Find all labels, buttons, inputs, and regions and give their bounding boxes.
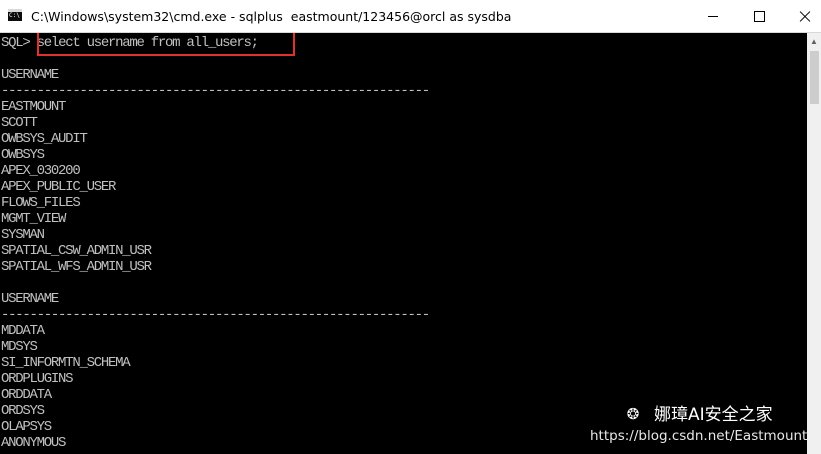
column-separator: ----------------------------------------… xyxy=(1,83,430,99)
wechat-icon: ❂ xyxy=(626,405,640,423)
username-row: SPATIAL_WFS_ADMIN_USR xyxy=(1,259,152,275)
username-row: MDDATA xyxy=(1,323,45,339)
console-output[interactable]: SQL> select username from all_users; USE… xyxy=(0,33,807,454)
username-row: SCOTT xyxy=(1,115,38,131)
watermark-url: https://blog.csdn.net/Eastmount xyxy=(590,428,808,444)
title-bar[interactable]: C:\ C:\Windows\system32\cmd.exe - sqlplu… xyxy=(0,0,821,33)
username-row: MGMT_VIEW xyxy=(1,211,66,227)
cmd-window: C:\ C:\Windows\system32\cmd.exe - sqlplu… xyxy=(0,0,821,454)
command-highlight-box xyxy=(37,33,295,56)
username-row: EASTMOUNT xyxy=(1,99,66,115)
username-row: APEX_030200 xyxy=(1,163,81,179)
watermark-title: 娜璋AI安全之家 xyxy=(654,405,773,425)
username-row: ORDSYS xyxy=(1,403,45,419)
column-header: USERNAME xyxy=(1,291,59,307)
column-header: USERNAME xyxy=(1,67,59,83)
username-row: ANONYMOUS xyxy=(1,435,66,451)
username-row: ORDDATA xyxy=(1,387,52,403)
cmd-icon[interactable]: C:\ xyxy=(8,9,22,21)
username-row: MDSYS xyxy=(1,339,38,355)
window-title: C:\Windows\system32\cmd.exe - sqlplus ea… xyxy=(31,9,512,24)
vertical-scrollbar[interactable]: ▲ xyxy=(807,33,821,454)
username-row: SI_INFORMTN_SCHEMA xyxy=(1,355,131,371)
maximize-icon[interactable] xyxy=(736,0,782,32)
scroll-thumb[interactable] xyxy=(810,51,819,104)
minimize-icon[interactable] xyxy=(690,0,736,32)
username-row: OWBSYS_AUDIT xyxy=(1,131,88,147)
sql-prompt: SQL> xyxy=(1,35,37,51)
username-row: SYSMAN xyxy=(1,227,45,243)
close-icon[interactable] xyxy=(782,0,821,32)
cmd-icon-glyph: C:\ xyxy=(9,12,20,19)
username-row: FLOWS_FILES xyxy=(1,195,81,211)
username-row: APEX_PUBLIC_USER xyxy=(1,179,116,195)
scroll-up-arrow-icon[interactable]: ▲ xyxy=(807,33,821,50)
username-row: ORDPLUGINS xyxy=(1,371,74,387)
username-row: OWBSYS xyxy=(1,147,45,163)
username-row: SPATIAL_CSW_ADMIN_USR xyxy=(1,243,152,259)
username-row: OLAPSYS xyxy=(1,419,52,435)
column-separator: ----------------------------------------… xyxy=(1,307,430,323)
